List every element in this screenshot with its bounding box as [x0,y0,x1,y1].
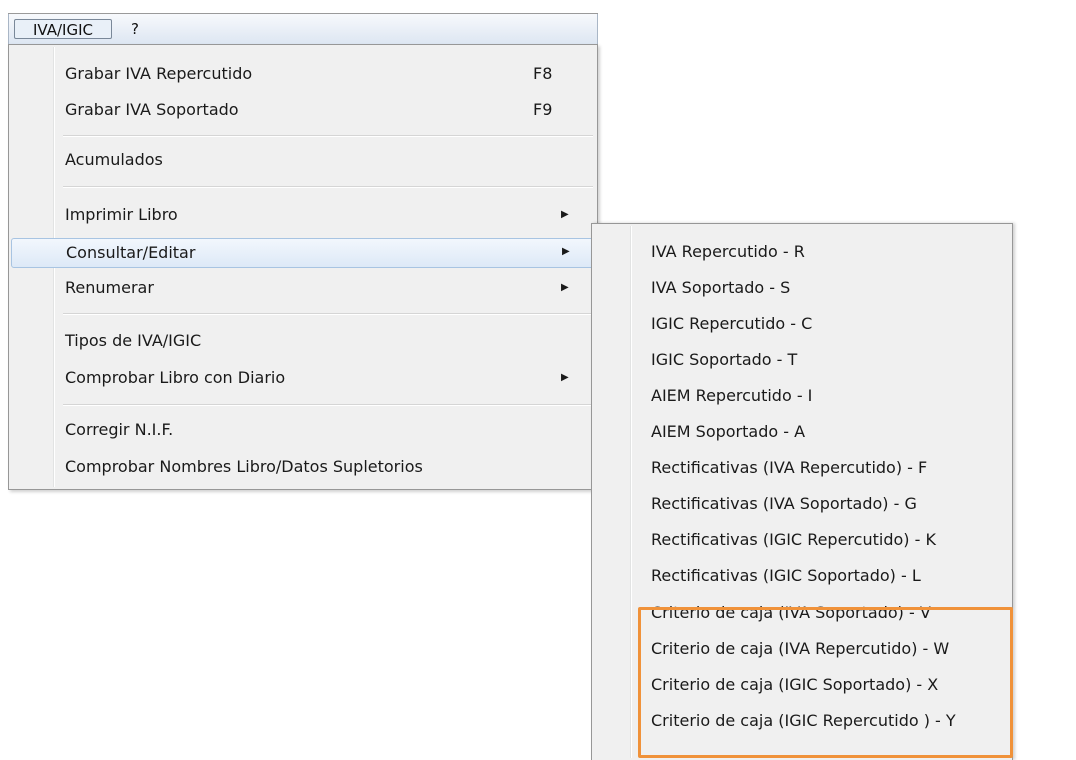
submenu-arrow-icon: ▶ [561,282,569,293]
menu-item-renumerar[interactable]: Renumerar ▶ [11,273,595,303]
menu-item-label: Corregir N.I.F. [65,420,174,439]
submenu-item-aiem-repercutido[interactable]: AIEM Repercutido - I [594,381,1010,411]
menu-item-label: Comprobar Nombres Libro/Datos Supletorio… [65,457,423,476]
submenu-item-criterio-caja-igic-repercutido[interactable]: Criterio de caja (IGIC Repercutido ) - Y [594,706,1010,736]
menu-item-corregir-nif[interactable]: Corregir N.I.F. [11,415,595,445]
shortcut-label: F8 [533,64,553,83]
menu-item-label: Criterio de caja (IVA Repercutido) - W [651,639,950,658]
menu-item-imprimir-libro[interactable]: Imprimir Libro ▶ [11,200,595,230]
menu-item-tipos-de-iva-igic[interactable]: Tipos de IVA/IGIC [11,326,595,356]
menu-item-label: IVA Repercutido - R [651,242,805,261]
menu-item-label: Imprimir Libro [65,205,178,224]
submenu-arrow-icon: ▶ [561,209,569,220]
menu-item-grabar-iva-soportado[interactable]: Grabar IVA Soportado F9 [11,95,595,125]
submenu-item-criterio-caja-iva-soportado[interactable]: Criterio de caja (IVA Soportado) - V [594,598,1010,628]
menu-item-acumulados[interactable]: Acumulados [11,145,595,175]
menu-item-consultar-editar[interactable]: Consultar/Editar ▶ [11,238,595,268]
submenu-item-criterio-caja-igic-soportado[interactable]: Criterio de caja (IGIC Soportado) - X [594,670,1010,700]
menu-separator [63,313,593,315]
menu-item-grabar-iva-repercutido[interactable]: Grabar IVA Repercutido F8 [11,59,595,89]
submenu-item-iva-soportado[interactable]: IVA Soportado - S [594,273,1010,303]
menubar-item-help[interactable]: ? [125,19,145,39]
menu-item-label: Renumerar [65,278,154,297]
menu-item-label: Criterio de caja (IGIC Repercutido ) - Y [651,711,956,730]
menu-separator [63,186,593,188]
menu-item-label: Rectificativas (IGIC Soportado) - L [651,566,921,585]
menu-separator [63,404,593,406]
menu-item-label: Grabar IVA Repercutido [65,64,253,83]
menu-separator [63,135,593,137]
menu-item-label: AIEM Soportado - A [651,422,806,441]
consultar-editar-submenu: IVA Repercutido - R IVA Soportado - S IG… [591,223,1013,760]
menu-item-label: IGIC Repercutido - C [651,314,813,333]
menu-item-label: Rectificativas (IGIC Repercutido) - K [651,530,936,549]
menu-item-label: Tipos de IVA/IGIC [65,331,202,350]
menu-bar: IVA/IGIC ? [8,14,598,44]
shortcut-label: F9 [533,100,553,119]
menu-item-comprobar-nombres-libro[interactable]: Comprobar Nombres Libro/Datos Supletorio… [11,452,595,482]
menu-item-label: IVA Soportado - S [651,278,791,297]
menu-item-label: Comprobar Libro con Diario [65,368,286,387]
menu-item-label: Grabar IVA Soportado [65,100,239,119]
menu-item-label: Criterio de caja (IVA Soportado) - V [651,603,931,622]
submenu-item-criterio-caja-iva-repercutido[interactable]: Criterio de caja (IVA Repercutido) - W [594,634,1010,664]
submenu-arrow-icon: ▶ [562,246,570,257]
submenu-item-rectificativas-igic-soportado[interactable]: Rectificativas (IGIC Soportado) - L [594,561,1010,591]
submenu-item-rectificativas-iva-repercutido[interactable]: Rectificativas (IVA Repercutido) - F [594,453,1010,483]
submenu-item-iva-repercutido[interactable]: IVA Repercutido - R [594,237,1010,267]
submenu-item-igic-soportado[interactable]: IGIC Soportado - T [594,345,1010,375]
menu-item-label: IGIC Soportado - T [651,350,798,369]
iva-igic-dropdown-menu: Grabar IVA Repercutido F8 Grabar IVA Sop… [8,44,598,490]
submenu-item-igic-repercutido[interactable]: IGIC Repercutido - C [594,309,1010,339]
menubar-item-iva-igic[interactable]: IVA/IGIC [14,19,112,39]
menu-item-label: Rectificativas (IVA Repercutido) - F [651,458,928,477]
submenu-item-rectificativas-iva-soportado[interactable]: Rectificativas (IVA Soportado) - G [594,489,1010,519]
menu-item-comprobar-libro-con-diario[interactable]: Comprobar Libro con Diario ▶ [11,363,595,393]
submenu-arrow-icon: ▶ [561,372,569,383]
submenu-item-aiem-soportado[interactable]: AIEM Soportado - A [594,417,1010,447]
submenu-item-rectificativas-igic-repercutido[interactable]: Rectificativas (IGIC Repercutido) - K [594,525,1010,555]
menu-item-label: Consultar/Editar [66,243,196,262]
menu-item-label: Rectificativas (IVA Soportado) - G [651,494,917,513]
menu-item-label: Acumulados [65,150,163,169]
menu-item-label: Criterio de caja (IGIC Soportado) - X [651,675,939,694]
menu-item-label: AIEM Repercutido - I [651,386,813,405]
